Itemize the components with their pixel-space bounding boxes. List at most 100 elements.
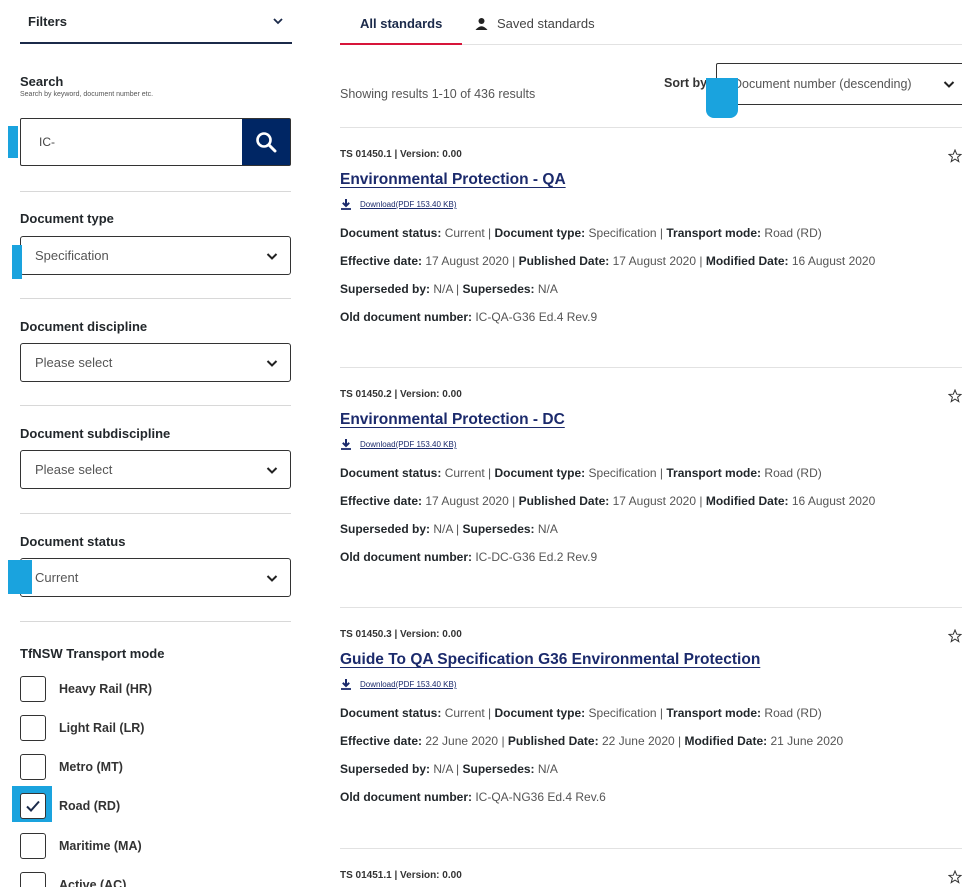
checkbox-road[interactable]: Road (RD) xyxy=(20,793,120,819)
search-input[interactable]: IC- xyxy=(21,119,242,165)
focus-marker xyxy=(12,245,22,279)
download-icon xyxy=(341,679,351,690)
results-count: Showing results 1-10 of 436 results xyxy=(340,87,536,101)
sort-label: Sort by xyxy=(664,76,708,90)
focus-marker xyxy=(706,78,738,118)
search-button[interactable] xyxy=(242,119,290,165)
results-panel: All standards Saved standards Showing re… xyxy=(339,0,962,884)
divider xyxy=(20,191,291,192)
result-title-link[interactable]: Guide To QA Specification G36 Environmen… xyxy=(340,651,962,669)
download-link[interactable]: Download(PDF 153.40 KB) xyxy=(340,199,962,210)
result-item: TS 01450.3 | Version: 0.00 Guide To QA S… xyxy=(340,629,962,811)
result-dates-line: Effective date: 22 June 2020 | Published… xyxy=(340,734,844,748)
search-icon xyxy=(256,132,277,153)
tab-saved-label: Saved standards xyxy=(497,16,595,31)
focus-marker xyxy=(8,126,18,158)
filters-title: Filters xyxy=(28,13,68,29)
chevron-down-icon xyxy=(266,252,278,260)
divider xyxy=(340,607,962,608)
filters-toggle[interactable]: Filters xyxy=(20,0,292,44)
checkbox[interactable] xyxy=(20,676,46,702)
checkbox-active[interactable]: Active (AC) xyxy=(20,872,126,887)
transport-mode-label: TfNSW Transport mode xyxy=(20,646,165,661)
chevron-down-icon xyxy=(266,574,278,582)
checkbox-label: Active (AC) xyxy=(59,878,127,887)
user-icon xyxy=(475,18,488,30)
document-type-label: Document type xyxy=(20,211,114,226)
checkbox-label: Light Rail (LR) xyxy=(59,721,145,735)
result-version: TS 01450.3 | Version: 0.00 xyxy=(340,629,462,640)
result-meta-line: Document status: Current | Document type… xyxy=(340,466,822,480)
document-subdiscipline-label: Document subdiscipline xyxy=(20,426,171,441)
tab-saved-standards[interactable]: Saved standards xyxy=(475,16,595,31)
download-label: Download(PDF 153.40 KB) xyxy=(360,440,457,449)
divider xyxy=(20,405,291,406)
document-status-select[interactable]: Current xyxy=(20,558,291,597)
result-supersede-line: Superseded by: N/A | Supersedes: N/A xyxy=(340,762,558,776)
result-supersede-line: Superseded by: N/A | Supersedes: N/A xyxy=(340,282,558,296)
search-section: Search Search by keyword, document numbe… xyxy=(20,74,153,98)
document-subdiscipline-select[interactable]: Please select xyxy=(20,450,291,489)
checkbox-heavy-rail[interactable]: Heavy Rail (HR) xyxy=(20,676,152,702)
chevron-down-icon xyxy=(266,359,278,367)
document-subdiscipline-value: Please select xyxy=(35,462,113,477)
tab-all-standards[interactable]: All standards xyxy=(339,16,463,45)
checkbox[interactable] xyxy=(20,715,46,741)
result-supersede-line: Superseded by: N/A | Supersedes: N/A xyxy=(340,522,558,536)
document-discipline-select[interactable]: Please select xyxy=(20,343,291,382)
checkbox-label: Maritime (MA) xyxy=(59,839,142,853)
result-old-number-line: Old document number: IC-DC-G36 Ed.2 Rev.… xyxy=(340,550,598,564)
result-old-number-line: Old document number: IC-QA-NG36 Ed.4 Rev… xyxy=(340,790,606,804)
search-box: IC- xyxy=(20,118,291,166)
checkbox-light-rail[interactable]: Light Rail (LR) xyxy=(20,715,144,741)
star-icon[interactable] xyxy=(948,149,962,163)
divider xyxy=(20,513,291,514)
checkbox-maritime[interactable]: Maritime (MA) xyxy=(20,833,142,859)
document-discipline-value: Please select xyxy=(35,355,113,370)
result-dates-line: Effective date: 17 August 2020 | Publish… xyxy=(340,254,876,268)
divider xyxy=(340,848,962,849)
sort-value: Document number (descending) xyxy=(733,77,912,91)
sort-select[interactable]: Document number (descending) xyxy=(716,63,962,105)
download-icon xyxy=(341,199,351,210)
checkbox-metro[interactable]: Metro (MT) xyxy=(20,754,123,780)
document-status-label: Document status xyxy=(20,534,126,549)
result-old-number-line: Old document number: IC-QA-G36 Ed.4 Rev.… xyxy=(340,310,598,324)
star-icon[interactable] xyxy=(948,629,962,643)
checkbox-label: Road (RD) xyxy=(59,799,121,813)
download-link[interactable]: Download(PDF 153.40 KB) xyxy=(340,439,962,450)
star-icon[interactable] xyxy=(948,389,962,403)
document-type-select[interactable]: Specification xyxy=(20,236,291,275)
chevron-down-icon xyxy=(273,18,283,25)
download-label: Download(PDF 153.40 KB) xyxy=(360,680,457,689)
divider xyxy=(20,621,291,622)
result-version: TS 01450.1 | Version: 0.00 xyxy=(340,149,462,160)
document-type-value: Specification xyxy=(35,248,109,263)
result-item: TS 01450.2 | Version: 0.00 Environmental… xyxy=(340,389,962,571)
checkbox[interactable] xyxy=(20,872,46,887)
download-link[interactable]: Download(PDF 153.40 KB) xyxy=(340,679,962,690)
star-icon[interactable] xyxy=(948,870,962,884)
search-label: Search xyxy=(20,74,64,89)
filters-sidebar: Filters Search Search by keyword, docume… xyxy=(8,0,292,887)
checkbox-label: Metro (MT) xyxy=(59,760,123,774)
checkbox[interactable] xyxy=(20,833,46,859)
result-title-link[interactable]: Environmental Protection - DC xyxy=(340,411,962,429)
result-title-link[interactable]: Environmental Protection - QA xyxy=(340,171,962,189)
document-status-value: Current xyxy=(35,570,79,585)
tab-bar: All standards Saved standards xyxy=(339,0,962,45)
checkmark-icon xyxy=(26,800,40,812)
result-meta-line: Document status: Current | Document type… xyxy=(340,226,822,240)
download-label: Download(PDF 153.40 KB) xyxy=(360,200,457,209)
checkbox[interactable] xyxy=(20,754,46,780)
result-version: TS 01450.2 | Version: 0.00 xyxy=(340,389,462,400)
focus-marker xyxy=(8,560,32,594)
search-hint: Search by keyword, document number etc. xyxy=(20,91,154,98)
checkbox-label: Heavy Rail (HR) xyxy=(59,682,153,696)
checkbox-checked[interactable] xyxy=(20,793,46,819)
result-meta-line: Document status: Current | Document type… xyxy=(340,706,822,720)
download-icon xyxy=(341,439,351,450)
result-version: TS 01451.1 | Version: 0.00 xyxy=(340,870,462,881)
result-item: TS 01450.1 | Version: 0.00 Environmental… xyxy=(340,149,962,331)
divider xyxy=(20,298,291,299)
